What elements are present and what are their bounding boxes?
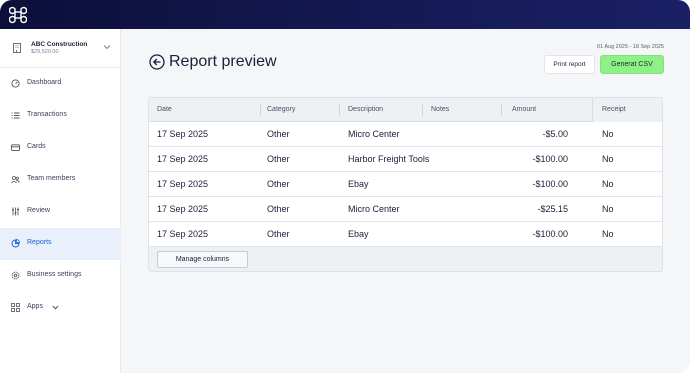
cell-amount: -$5.00 bbox=[542, 129, 568, 139]
people-icon bbox=[11, 176, 20, 184]
company-balance: $29,520.00 bbox=[31, 49, 59, 55]
cell-category: Other bbox=[267, 204, 290, 214]
receipt-header-cell[interactable]: Receipt bbox=[592, 98, 662, 122]
column-divider[interactable] bbox=[339, 104, 340, 116]
column-header-receipt[interactable]: Receipt bbox=[602, 106, 626, 113]
table-header: Date Category Description Notes Amount R… bbox=[149, 98, 662, 122]
cell-category: Other bbox=[267, 229, 290, 239]
cell-description: Micro Center bbox=[348, 204, 400, 214]
column-header-date[interactable]: Date bbox=[157, 106, 172, 113]
grid-icon bbox=[11, 303, 20, 312]
report-table: Date Category Description Notes Amount R… bbox=[148, 97, 663, 272]
sidebar-item-label: Business settings bbox=[27, 271, 82, 278]
column-header-notes[interactable]: Notes bbox=[431, 106, 449, 113]
cell-receipt: No bbox=[602, 154, 614, 164]
sidebar-item-label: Review bbox=[27, 207, 50, 214]
cell-date: 17 Sep 2025 bbox=[157, 129, 209, 139]
column-divider[interactable] bbox=[501, 104, 502, 116]
column-header-description[interactable]: Description bbox=[348, 106, 383, 113]
page-title: Report preview bbox=[169, 53, 277, 70]
command-logo-icon[interactable] bbox=[9, 6, 27, 24]
company-name: ABC Construction bbox=[31, 41, 88, 48]
main-content: Report preview 01 Aug 2025 - 18 Sep 2025… bbox=[121, 29, 690, 373]
cell-date: 17 Sep 2025 bbox=[157, 229, 209, 239]
reports-icon bbox=[11, 239, 20, 248]
cell-receipt: No bbox=[602, 179, 614, 189]
manage-columns-button[interactable]: Manage columns bbox=[157, 251, 248, 268]
sidebar-item-review[interactable]: Review bbox=[0, 196, 121, 228]
table-footer: Manage columns bbox=[149, 247, 662, 271]
cell-description: Harbor Freight Tools bbox=[348, 154, 430, 164]
cell-category: Other bbox=[267, 154, 290, 164]
chevron-down-icon bbox=[103, 45, 111, 50]
cell-amount: -$25.15 bbox=[537, 204, 568, 214]
cell-amount: -$100.00 bbox=[532, 154, 568, 164]
table-row[interactable]: 17 Sep 2025 Other Ebay -$100.00 No bbox=[149, 172, 662, 197]
cell-category: Other bbox=[267, 179, 290, 189]
cell-amount: -$100.00 bbox=[532, 179, 568, 189]
table-row[interactable]: 17 Sep 2025 Other Ebay -$100.00 No bbox=[149, 222, 662, 247]
cell-date: 17 Sep 2025 bbox=[157, 204, 209, 214]
cell-description: Ebay bbox=[348, 179, 369, 189]
sidebar-item-transactions[interactable]: Transactions bbox=[0, 100, 121, 132]
sidebar-item-reports[interactable]: Reports bbox=[0, 228, 121, 260]
column-divider[interactable] bbox=[422, 104, 423, 116]
sidebar-item-dashboard[interactable]: Dashboard bbox=[0, 68, 121, 100]
sidebar-item-business-settings[interactable]: Business settings bbox=[0, 260, 121, 292]
list-icon bbox=[11, 112, 20, 119]
cell-category: Other bbox=[267, 129, 290, 139]
cell-receipt: No bbox=[602, 129, 614, 139]
app-window: ABC Construction $29,520.00 Dashboard Tr… bbox=[0, 0, 690, 373]
sidebar-item-label: Cards bbox=[27, 143, 46, 150]
sidebar-item-apps[interactable]: Apps bbox=[0, 292, 121, 324]
table-row[interactable]: 17 Sep 2025 Other Micro Center -$25.15 N… bbox=[149, 197, 662, 222]
gear-icon bbox=[11, 271, 20, 280]
sidebar-item-label: Transactions bbox=[27, 111, 67, 118]
cell-description: Micro Center bbox=[348, 129, 400, 139]
building-icon bbox=[13, 43, 21, 53]
cell-receipt: No bbox=[602, 204, 614, 214]
sidebar-item-label: Dashboard bbox=[27, 79, 62, 86]
sidebar: ABC Construction $29,520.00 Dashboard Tr… bbox=[0, 29, 121, 373]
print-report-button[interactable]: Print report bbox=[544, 55, 595, 74]
cell-date: 17 Sep 2025 bbox=[157, 179, 209, 189]
cell-date: 17 Sep 2025 bbox=[157, 154, 209, 164]
sidebar-item-label: Reports bbox=[27, 239, 52, 246]
dashboard-icon bbox=[11, 79, 20, 88]
table-row[interactable]: 17 Sep 2025 Other Harbor Freight Tools -… bbox=[149, 147, 662, 172]
top-bar bbox=[0, 0, 690, 29]
sliders-icon bbox=[12, 207, 19, 216]
cell-amount: -$100.00 bbox=[532, 229, 568, 239]
back-arrow-icon[interactable] bbox=[149, 54, 165, 70]
card-icon bbox=[11, 144, 20, 151]
cell-description: Ebay bbox=[348, 229, 369, 239]
company-switcher[interactable]: ABC Construction $29,520.00 bbox=[0, 29, 121, 68]
sidebar-item-label: Apps bbox=[27, 303, 43, 310]
column-header-amount[interactable]: Amount bbox=[512, 106, 536, 113]
column-header-category[interactable]: Category bbox=[267, 106, 295, 113]
date-range: 01 Aug 2025 - 18 Sep 2025 bbox=[597, 44, 664, 50]
chevron-down-icon bbox=[52, 305, 59, 310]
column-divider[interactable] bbox=[260, 104, 261, 116]
sidebar-item-team-members[interactable]: Team members bbox=[0, 164, 121, 196]
table-row[interactable]: 17 Sep 2025 Other Micro Center -$5.00 No bbox=[149, 122, 662, 147]
sidebar-item-cards[interactable]: Cards bbox=[0, 132, 121, 164]
generate-csv-button[interactable]: Generat CSV bbox=[600, 55, 664, 74]
cell-receipt: No bbox=[602, 229, 614, 239]
sidebar-item-label: Team members bbox=[27, 175, 76, 182]
